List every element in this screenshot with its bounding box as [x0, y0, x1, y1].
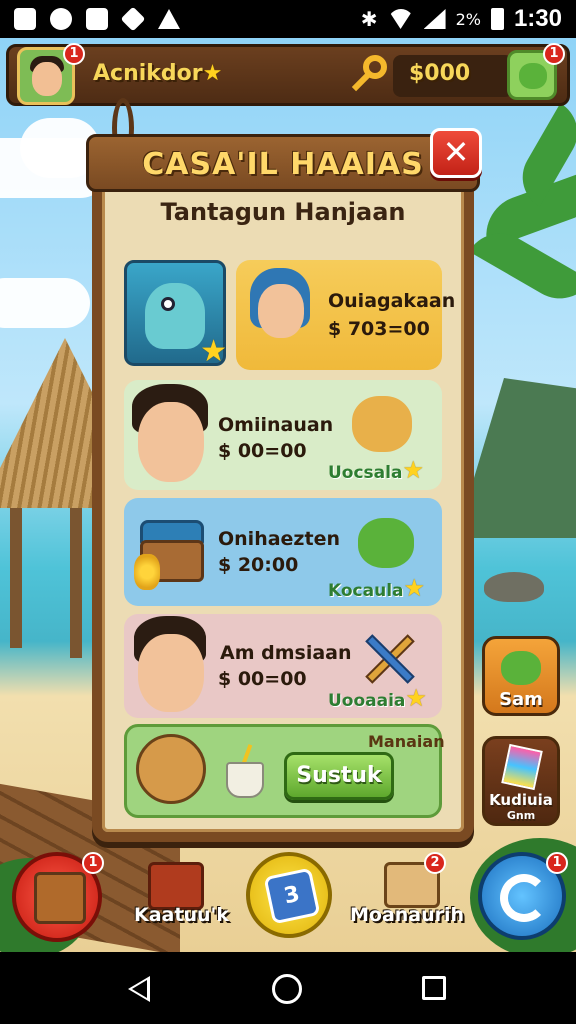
kudiuia-sublabel: Gnm	[506, 809, 536, 822]
buy-button[interactable]: Sustuk	[284, 752, 394, 800]
sam-label: Sam	[499, 689, 543, 710]
player-name: Acnikdor★	[93, 61, 222, 86]
shop-item-1[interactable]: Ouiagakaan $ 703=00	[236, 260, 455, 370]
item-tag-text: Kocaula	[328, 581, 404, 601]
drink-cup-icon	[226, 762, 264, 798]
system-nav-bar	[0, 952, 576, 1024]
status-bar: ✱ 2% 1:30	[0, 0, 576, 38]
back-icon[interactable]	[128, 976, 150, 1002]
gold-coins-icon	[134, 554, 160, 590]
star-icon: ★	[402, 456, 424, 484]
rock	[484, 572, 544, 602]
star-icon: ★	[403, 574, 426, 602]
star-icon: ★	[405, 684, 427, 712]
recent-apps-icon[interactable]	[422, 976, 446, 1000]
crate-badge: 1	[82, 852, 104, 874]
avatar-notification-badge: 1	[63, 43, 85, 65]
panel-title-bar: CASA'IL HAAIAS	[86, 134, 480, 192]
wifi-icon	[387, 9, 414, 29]
dinosaur-icon	[501, 651, 541, 685]
level-nav-button[interactable]: 3	[246, 852, 332, 938]
panel-title: CASA'IL HAAIAS	[142, 147, 424, 182]
hut-post	[70, 508, 82, 658]
item-tag-text: Uooaaia	[328, 691, 406, 711]
item-name: Am dmsiaan	[220, 642, 352, 664]
clock: 1:30	[513, 5, 562, 32]
battery-icon	[490, 8, 504, 30]
coin-count: $000	[409, 61, 471, 86]
hut-post	[10, 508, 22, 648]
item-price: $ 00=00	[218, 440, 307, 462]
item-price: $ 00=00	[218, 668, 307, 690]
star-icon: ★	[200, 334, 227, 369]
top-hud: 1 Acnikdor★ $000 1	[6, 43, 570, 106]
character-portrait	[138, 634, 204, 712]
image-icon	[14, 8, 36, 30]
shop-item-3[interactable]: Onihaezten $ 20:00 Kocaula★	[124, 498, 442, 606]
character-portrait	[258, 284, 304, 338]
item-tag: Uooaaia★	[328, 684, 427, 712]
map-nav-label: Moanaurih	[350, 904, 465, 926]
signal-icon	[423, 9, 446, 29]
character-portrait	[138, 402, 204, 482]
map-badge: 2	[424, 852, 446, 874]
item-tag-text: Uocsala	[328, 463, 403, 483]
item-price: $ 703=00	[328, 318, 430, 340]
item-name: Ouiagakaan	[328, 290, 456, 312]
player-name-text: Acnikdor	[93, 61, 203, 86]
item-name: Omiinauan	[218, 414, 334, 436]
cliff	[456, 378, 576, 538]
clipboard-icon	[86, 8, 108, 30]
dragon-icon	[519, 63, 547, 89]
close-button[interactable]: ✕	[430, 128, 482, 178]
shop-item-2[interactable]: Omiinauan $ 00=00 Uocsala★	[124, 380, 442, 490]
kudiuia-label: Kudiuia	[489, 791, 553, 809]
kudiuia-button[interactable]: Kudiuia Gnm	[482, 736, 560, 826]
avatar-face	[32, 62, 62, 96]
dragon-icon	[358, 518, 414, 568]
battery-percent: 2%	[455, 9, 481, 29]
creature-icon	[352, 396, 412, 452]
pet-notification-badge: 1	[543, 43, 565, 65]
item-price: $ 20:00	[218, 554, 299, 576]
home-icon[interactable]	[272, 974, 302, 1004]
warning-icon	[158, 9, 180, 29]
chest-nav-button[interactable]	[148, 862, 204, 910]
game-icon	[120, 6, 146, 32]
item-tag: Kocaula★	[328, 574, 425, 602]
star-icon: ★	[202, 61, 223, 86]
creature-icon	[145, 283, 205, 349]
whatsapp-icon	[50, 8, 72, 30]
level-number: 3	[263, 867, 321, 925]
chest-nav-label: Kaatuu'k	[134, 904, 229, 926]
drink-icon	[501, 743, 543, 791]
cloud	[0, 278, 90, 328]
bear-icon	[136, 734, 206, 804]
swirl-badge: 1	[546, 852, 568, 874]
item-tag: Uocsala★	[328, 456, 424, 484]
pet-portrait[interactable]: ★	[124, 260, 227, 369]
item-name: Onihaezten	[218, 528, 340, 550]
sam-button[interactable]: Sam	[482, 636, 560, 716]
shop-item-4[interactable]: Am dmsiaan $ 00=00 Uooaaia★	[124, 614, 442, 718]
key-icon	[349, 55, 389, 95]
crate-icon	[34, 872, 86, 924]
bluetooth-icon: ✱	[360, 7, 378, 31]
item-label: Manaian	[368, 732, 445, 751]
panel-subtitle: Tantagun Hanjaan	[160, 198, 406, 226]
swirl-icon	[500, 874, 548, 922]
